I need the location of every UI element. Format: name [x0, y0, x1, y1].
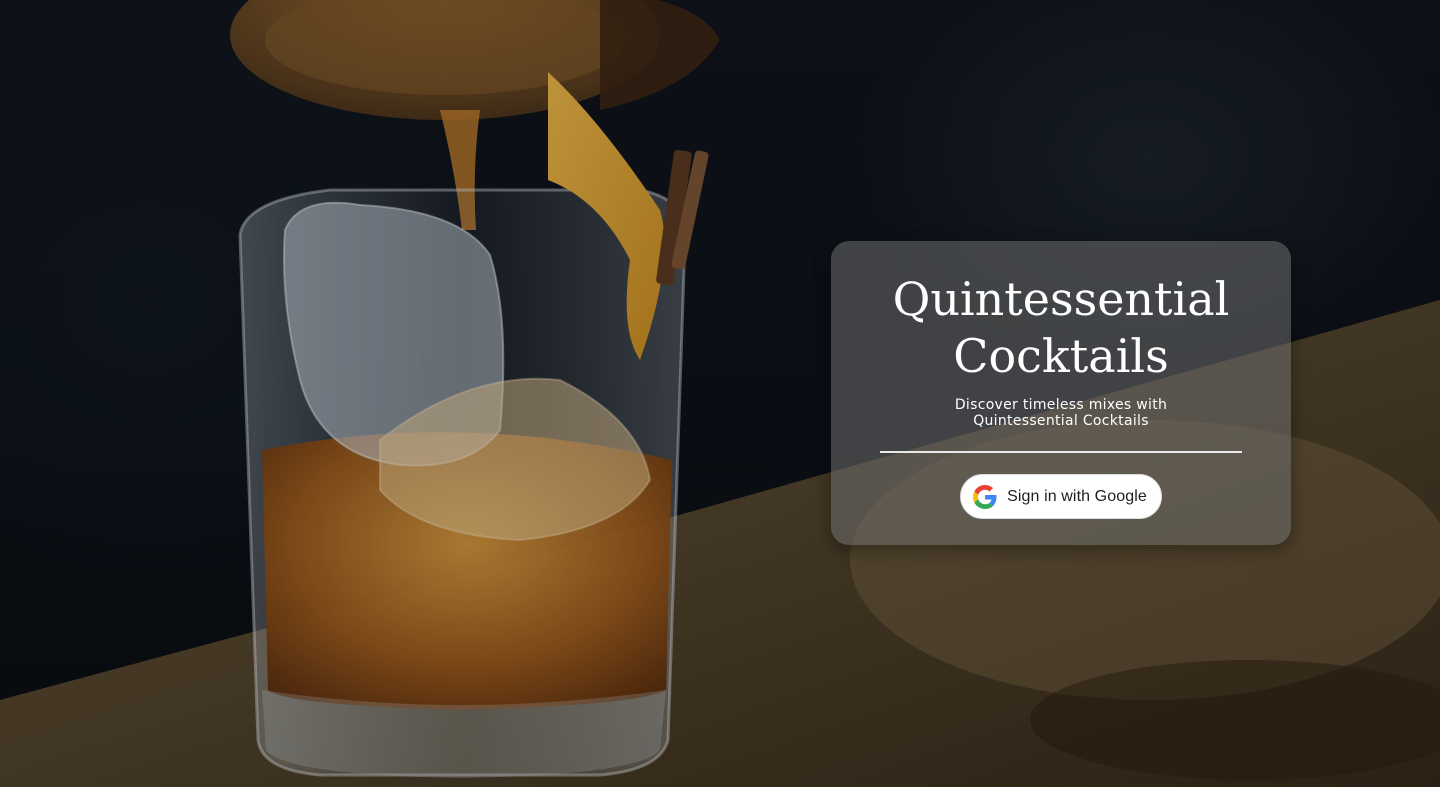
google-signin-label: Sign in with Google [1007, 487, 1147, 505]
google-signin-button[interactable]: Sign in with Google [960, 474, 1162, 519]
google-g-icon [973, 484, 997, 509]
app-title: Quintessential Cocktails [892, 272, 1230, 383]
app-subtitle: Discover timeless mixes with Quintessent… [954, 397, 1168, 429]
login-card: Quintessential Cocktails Discover timele… [831, 241, 1291, 545]
card-divider [880, 451, 1242, 453]
login-page: Quintessential Cocktails Discover timele… [0, 0, 1440, 787]
